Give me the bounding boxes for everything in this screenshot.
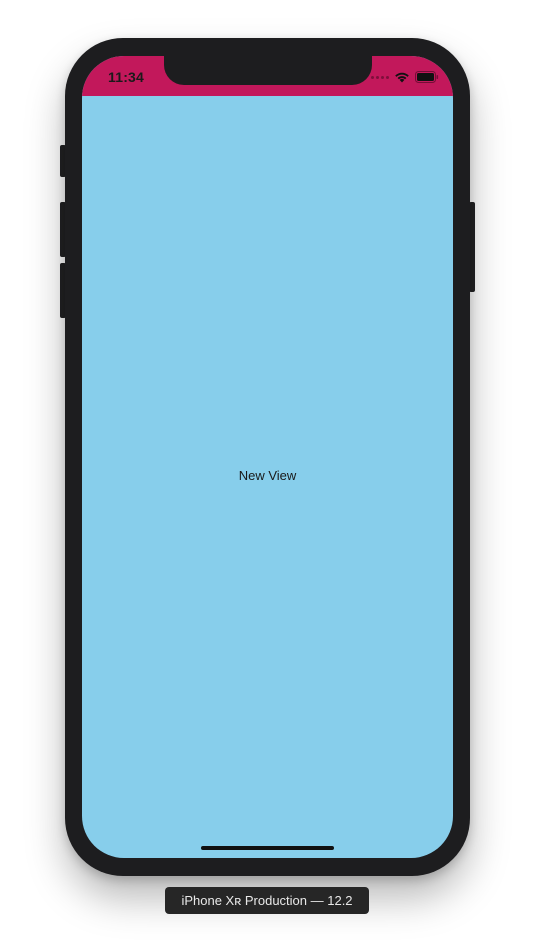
status-icons	[371, 70, 439, 84]
new-view-label: New View	[238, 468, 297, 483]
device-name-caption: iPhone Xʀ Production — 12.2	[165, 887, 369, 914]
status-time: 11:34	[108, 69, 145, 85]
phone-screen[interactable]: 11:34 New View	[82, 56, 453, 858]
simulator-stage: 11:34 New View iPhone Xʀ Production — 12…	[0, 0, 535, 950]
battery-icon	[415, 71, 439, 83]
device-notch	[164, 56, 372, 85]
signal-dots-icon	[371, 75, 389, 79]
home-indicator[interactable]	[201, 846, 334, 850]
wifi-icon	[394, 71, 410, 83]
